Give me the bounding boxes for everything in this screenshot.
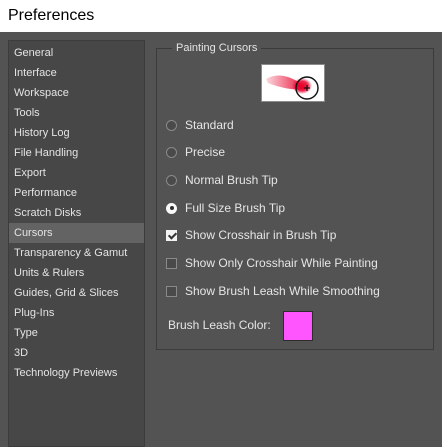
radio-circle-icon[interactable] bbox=[166, 146, 177, 158]
radio-full-size-brush-tip[interactable]: Full Size Brush Tip bbox=[166, 199, 285, 217]
sidebar-item-plug-ins[interactable]: Plug-Ins bbox=[9, 303, 144, 323]
checkbox-show-only-crosshair-label: Show Only Crosshair While Painting bbox=[185, 256, 378, 270]
sidebar-item-history-log[interactable]: History Log bbox=[9, 123, 144, 143]
checkbox-show-brush-leash-label: Show Brush Leash While Smoothing bbox=[185, 284, 380, 298]
sidebar-item-type[interactable]: Type bbox=[9, 323, 144, 343]
cursor-preview bbox=[261, 64, 325, 102]
sidebar-item-transparency-gamut[interactable]: Transparency & Gamut bbox=[9, 243, 144, 263]
sidebar-item-tools[interactable]: Tools bbox=[9, 103, 144, 123]
sidebar-item-cursors[interactable]: Cursors bbox=[9, 223, 144, 243]
checkbox-icon[interactable] bbox=[166, 285, 177, 297]
sidebar-item-export[interactable]: Export bbox=[9, 163, 144, 183]
brush-leash-color-swatch[interactable] bbox=[283, 311, 313, 341]
radio-standard-label: Standard bbox=[185, 118, 234, 132]
radio-precise-label: Precise bbox=[185, 145, 226, 159]
sidebar-item-scratch-disks[interactable]: Scratch Disks bbox=[9, 203, 144, 223]
sidebar-item-guides-grid-slices[interactable]: Guides, Grid & Slices bbox=[9, 283, 144, 303]
preferences-nav: General Interface Workspace Tools Histor… bbox=[8, 40, 145, 447]
checkbox-show-crosshair-label: Show Crosshair in Brush Tip bbox=[185, 228, 337, 242]
radio-standard[interactable]: Standard bbox=[166, 116, 234, 134]
radio-selected-icon[interactable] bbox=[166, 202, 177, 214]
sidebar-item-interface[interactable]: Interface bbox=[9, 63, 144, 83]
checkbox-show-crosshair[interactable]: Show Crosshair in Brush Tip bbox=[166, 226, 336, 244]
brush-leash-color-label: Brush Leash Color: bbox=[168, 318, 271, 332]
radio-full-size-brush-tip-label: Full Size Brush Tip bbox=[185, 201, 286, 215]
checkbox-icon[interactable] bbox=[166, 257, 177, 269]
painting-cursors-title: Painting Cursors bbox=[172, 40, 262, 56]
sidebar-item-performance[interactable]: Performance bbox=[9, 183, 144, 203]
sidebar-item-units-rulers[interactable]: Units & Rulers bbox=[9, 263, 144, 283]
radio-circle-icon[interactable] bbox=[166, 119, 177, 131]
radio-normal-brush-tip[interactable]: Normal Brush Tip bbox=[166, 171, 278, 189]
checkbox-checked-icon[interactable] bbox=[166, 229, 177, 241]
sidebar-item-3d[interactable]: 3D bbox=[9, 343, 144, 363]
sidebar-item-workspace[interactable]: Workspace bbox=[9, 83, 144, 103]
radio-normal-brush-tip-label: Normal Brush Tip bbox=[185, 173, 278, 187]
sidebar-item-technology-previews[interactable]: Technology Previews bbox=[9, 363, 144, 383]
sidebar-item-file-handling[interactable]: File Handling bbox=[9, 143, 144, 163]
checkbox-show-only-crosshair[interactable]: Show Only Crosshair While Painting bbox=[166, 254, 378, 272]
radio-circle-icon[interactable] bbox=[166, 174, 177, 186]
checkbox-show-brush-leash[interactable]: Show Brush Leash While Smoothing bbox=[166, 282, 380, 300]
sidebar-item-general[interactable]: General bbox=[9, 43, 144, 63]
window-title: Preferences bbox=[0, 0, 442, 32]
brush-stroke-crosshair-icon bbox=[266, 75, 319, 100]
radio-precise[interactable]: Precise bbox=[166, 143, 225, 161]
